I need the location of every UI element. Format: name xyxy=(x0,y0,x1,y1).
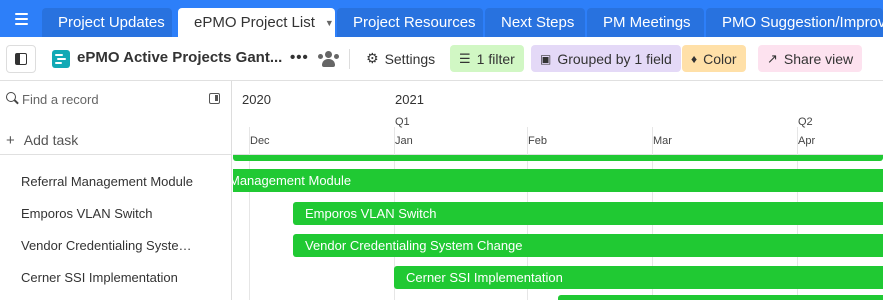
sidebar-toggle-button[interactable] xyxy=(6,45,36,73)
gantt-bar[interactable]: Vendor Credentialing System Change xyxy=(293,234,883,257)
group-icon: ▣ xyxy=(540,51,552,66)
share-icon: ↗ xyxy=(767,50,778,66)
panel-divider xyxy=(0,154,231,155)
gantt-icon-line xyxy=(55,62,62,64)
gantt-icon-line xyxy=(57,58,66,60)
timeline-header: 2020 2021 Q1 Q2 Dec Jan Feb Mar Apr xyxy=(233,81,883,155)
record-list-panel: + Add task Referral Management Module Em… xyxy=(0,81,232,300)
record-item[interactable]: Emporos VLAN Switch xyxy=(21,206,201,221)
people-icon-head xyxy=(334,54,339,59)
filter-button[interactable]: ☰ 1 filter xyxy=(450,45,524,72)
view-toolbar: ePMO Active Projects Gant... ••• ⚙ Setti… xyxy=(0,37,883,81)
view-title[interactable]: ePMO Active Projects Gant... xyxy=(77,49,282,66)
tab-label: PMO Suggestion/Improve xyxy=(722,14,883,31)
people-icon[interactable] xyxy=(318,51,339,67)
month-label: Jan xyxy=(395,135,413,147)
gantt-bar[interactable]: Emporos VLAN Switch xyxy=(293,202,883,225)
plus-icon: + xyxy=(6,131,15,149)
tab-bar: Project Updates ePMO Project List ▼ Proj… xyxy=(0,0,883,37)
tab-label: ePMO Project List xyxy=(194,14,315,31)
quarter-label: Q1 xyxy=(395,116,410,128)
caret-down-icon[interactable]: ▼ xyxy=(325,18,334,28)
tab-project-resources[interactable]: Project Resources xyxy=(337,8,483,37)
gantt-bar[interactable] xyxy=(233,155,883,161)
add-task-label: Add task xyxy=(23,132,79,148)
gantt-view-icon xyxy=(52,50,70,68)
month-label: Dec xyxy=(250,135,270,147)
find-record-input[interactable] xyxy=(22,89,202,109)
record-item[interactable]: Cerner SSI Implementation xyxy=(21,270,201,285)
color-label: Color xyxy=(703,50,737,67)
tab-pm-meetings[interactable]: PM Meetings xyxy=(587,8,704,37)
record-item[interactable]: Vendor Credentialing System Change xyxy=(21,238,201,253)
more-icon[interactable]: ••• xyxy=(290,49,309,66)
gear-icon: ⚙ xyxy=(366,50,379,66)
tab-epmo-project-list[interactable]: ePMO Project List ▼ xyxy=(178,8,335,37)
tab-label: Next Steps xyxy=(501,14,575,31)
menu-icon-line xyxy=(15,23,28,25)
settings-label: Settings xyxy=(384,50,436,67)
gantt-timeline[interactable]: 2020 2021 Q1 Q2 Dec Jan Feb Mar Apr Mana… xyxy=(233,81,883,300)
search-icon xyxy=(6,92,16,102)
people-icon-head xyxy=(318,54,323,59)
menu-icon xyxy=(15,13,28,15)
tab-label: Project Resources xyxy=(353,14,476,31)
sidebar-toggle-icon xyxy=(15,53,27,65)
gantt-bar[interactable]: Management Module xyxy=(233,169,883,192)
filter-icon: ☰ xyxy=(459,50,471,66)
timeline-gridline xyxy=(249,127,250,300)
share-label: Share view xyxy=(783,50,854,67)
month-label: Mar xyxy=(653,135,672,147)
filter-label: 1 filter xyxy=(476,50,515,67)
record-item[interactable]: Referral Management Module xyxy=(21,174,201,189)
year-label: 2021 xyxy=(395,92,424,107)
tab-next-steps[interactable]: Next Steps xyxy=(485,8,585,37)
people-icon-body xyxy=(322,59,335,67)
paint-bucket-icon: ♦ xyxy=(691,51,698,66)
find-record-row xyxy=(0,81,231,118)
add-task-button[interactable]: + Add task xyxy=(0,126,231,154)
menu-button[interactable] xyxy=(0,0,42,37)
tab-pmo-suggestion[interactable]: PMO Suggestion/Improve xyxy=(706,8,883,37)
tab-project-updates[interactable]: Project Updates xyxy=(42,8,172,37)
collapse-panel-icon[interactable] xyxy=(209,93,220,104)
month-label: Apr xyxy=(798,135,816,147)
people-icon-head xyxy=(325,51,332,58)
color-button[interactable]: ♦ Color xyxy=(682,45,746,72)
toolbar-divider xyxy=(349,49,350,69)
tab-label: Project Updates xyxy=(58,14,165,31)
group-label: Grouped by 1 field xyxy=(557,50,672,67)
tab-label: PM Meetings xyxy=(603,14,691,31)
share-view-button[interactable]: ↗ Share view xyxy=(758,45,863,72)
year-label: 2020 xyxy=(242,92,271,107)
group-button[interactable]: ▣ Grouped by 1 field xyxy=(531,45,681,72)
menu-icon-line xyxy=(15,18,28,20)
quarter-label: Q2 xyxy=(798,116,813,128)
gantt-bar[interactable] xyxy=(558,295,883,300)
settings-button[interactable]: ⚙ Settings xyxy=(360,45,441,72)
gantt-bar[interactable]: Cerner SSI Implementation xyxy=(394,266,883,289)
gantt-icon-line xyxy=(55,54,63,56)
month-label: Feb xyxy=(528,135,547,147)
